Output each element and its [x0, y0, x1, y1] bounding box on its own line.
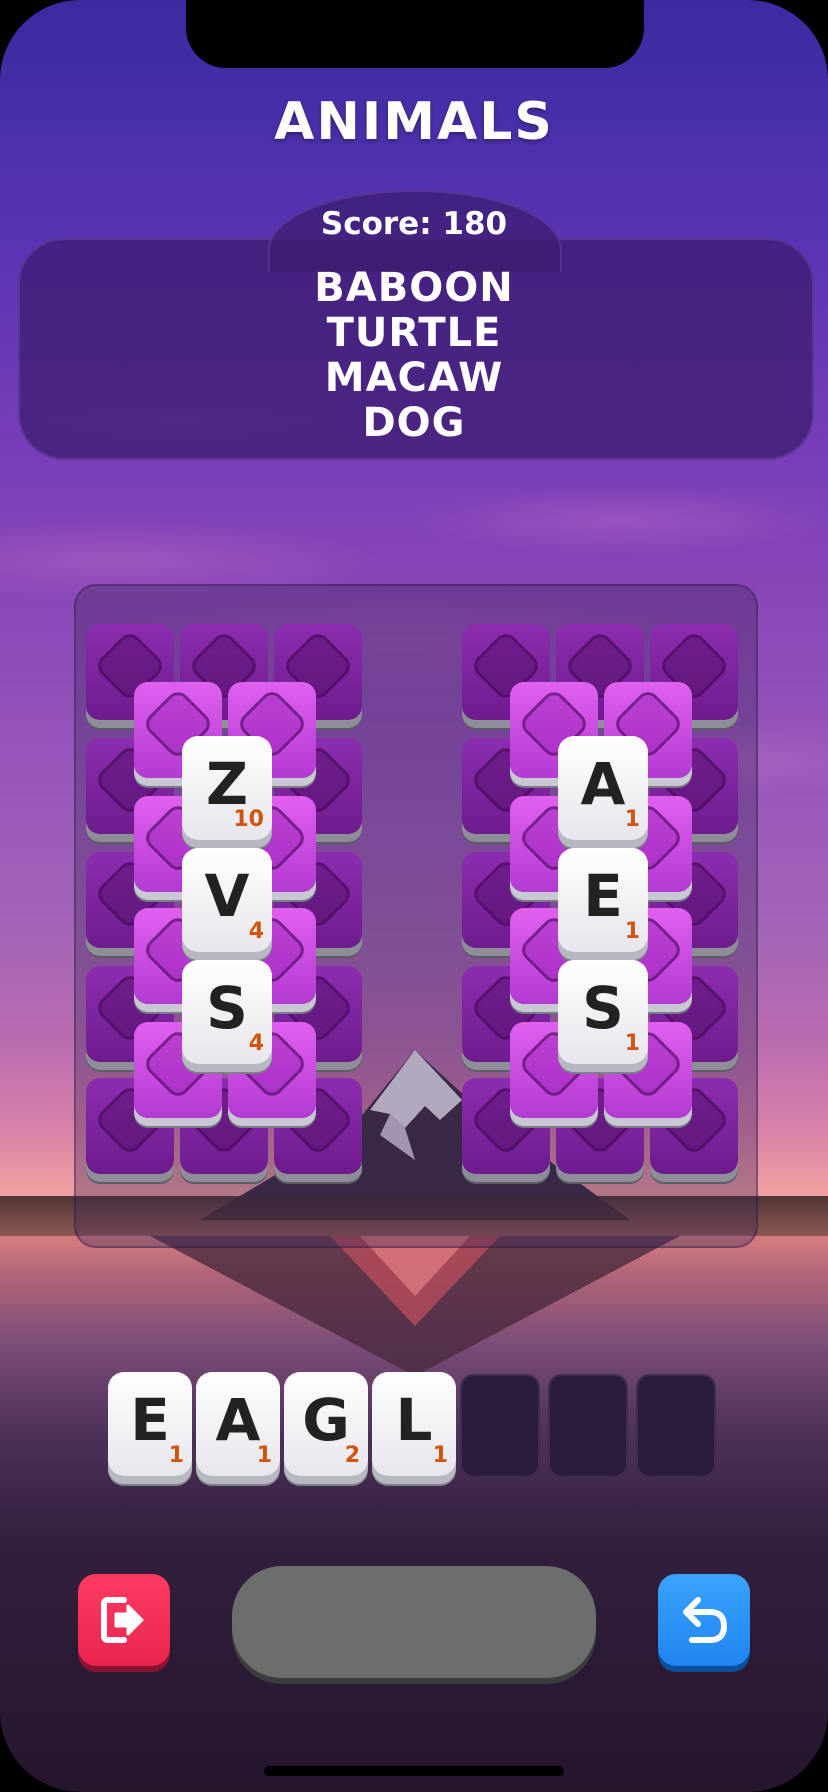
home-indicator[interactable] — [264, 1766, 564, 1776]
found-word: MACAW — [324, 355, 504, 401]
word-tile[interactable]: L 1 — [372, 1372, 456, 1476]
exit-button[interactable] — [78, 1574, 170, 1666]
score-label: Score: 180 — [320, 206, 508, 242]
undo-icon — [683, 1597, 727, 1643]
word-tile[interactable]: G 2 — [284, 1372, 368, 1476]
letter-tile[interactable]: E 1 — [558, 848, 648, 952]
found-word: TURTLE — [326, 310, 502, 356]
tile-points: 2 — [344, 1443, 360, 1468]
letter-tile[interactable]: A 1 — [558, 736, 648, 840]
undo-button[interactable] — [658, 1574, 750, 1666]
tile-points: 4 — [248, 1031, 264, 1056]
word-tile[interactable]: E 1 — [108, 1372, 192, 1476]
category-title: ANIMALS — [274, 92, 554, 152]
empty-slot — [636, 1374, 716, 1478]
mountain-reflection — [150, 1236, 680, 1376]
tile-points: 10 — [233, 807, 264, 832]
letter-tile[interactable]: S 1 — [558, 960, 648, 1064]
tile-points: 1 — [432, 1443, 448, 1468]
empty-slot — [548, 1374, 628, 1478]
found-word: DOG — [362, 400, 466, 446]
letter-tile[interactable]: V 4 — [182, 848, 272, 952]
exit-icon — [101, 1597, 144, 1643]
empty-slot — [460, 1374, 540, 1478]
tile-points: 1 — [256, 1443, 272, 1468]
device-notch — [186, 0, 644, 68]
letter-tile[interactable]: S 4 — [182, 960, 272, 1064]
found-words-list: BABOON TURTLE MACAW DOG — [0, 266, 828, 446]
tile-points: 1 — [624, 1031, 640, 1056]
tile-points: 4 — [248, 919, 264, 944]
tile-points: 1 — [624, 919, 640, 944]
letter-tile[interactable]: Z 10 — [182, 736, 272, 840]
tile-points: 1 — [624, 807, 640, 832]
word-tile[interactable]: A 1 — [196, 1372, 280, 1476]
found-word: BABOON — [314, 265, 514, 311]
game-screen: ANIMALS Score: 180 BABOON TURTLE MACAW D… — [0, 0, 828, 1792]
submit-word-button[interactable] — [232, 1566, 596, 1678]
tile-points: 1 — [168, 1443, 184, 1468]
